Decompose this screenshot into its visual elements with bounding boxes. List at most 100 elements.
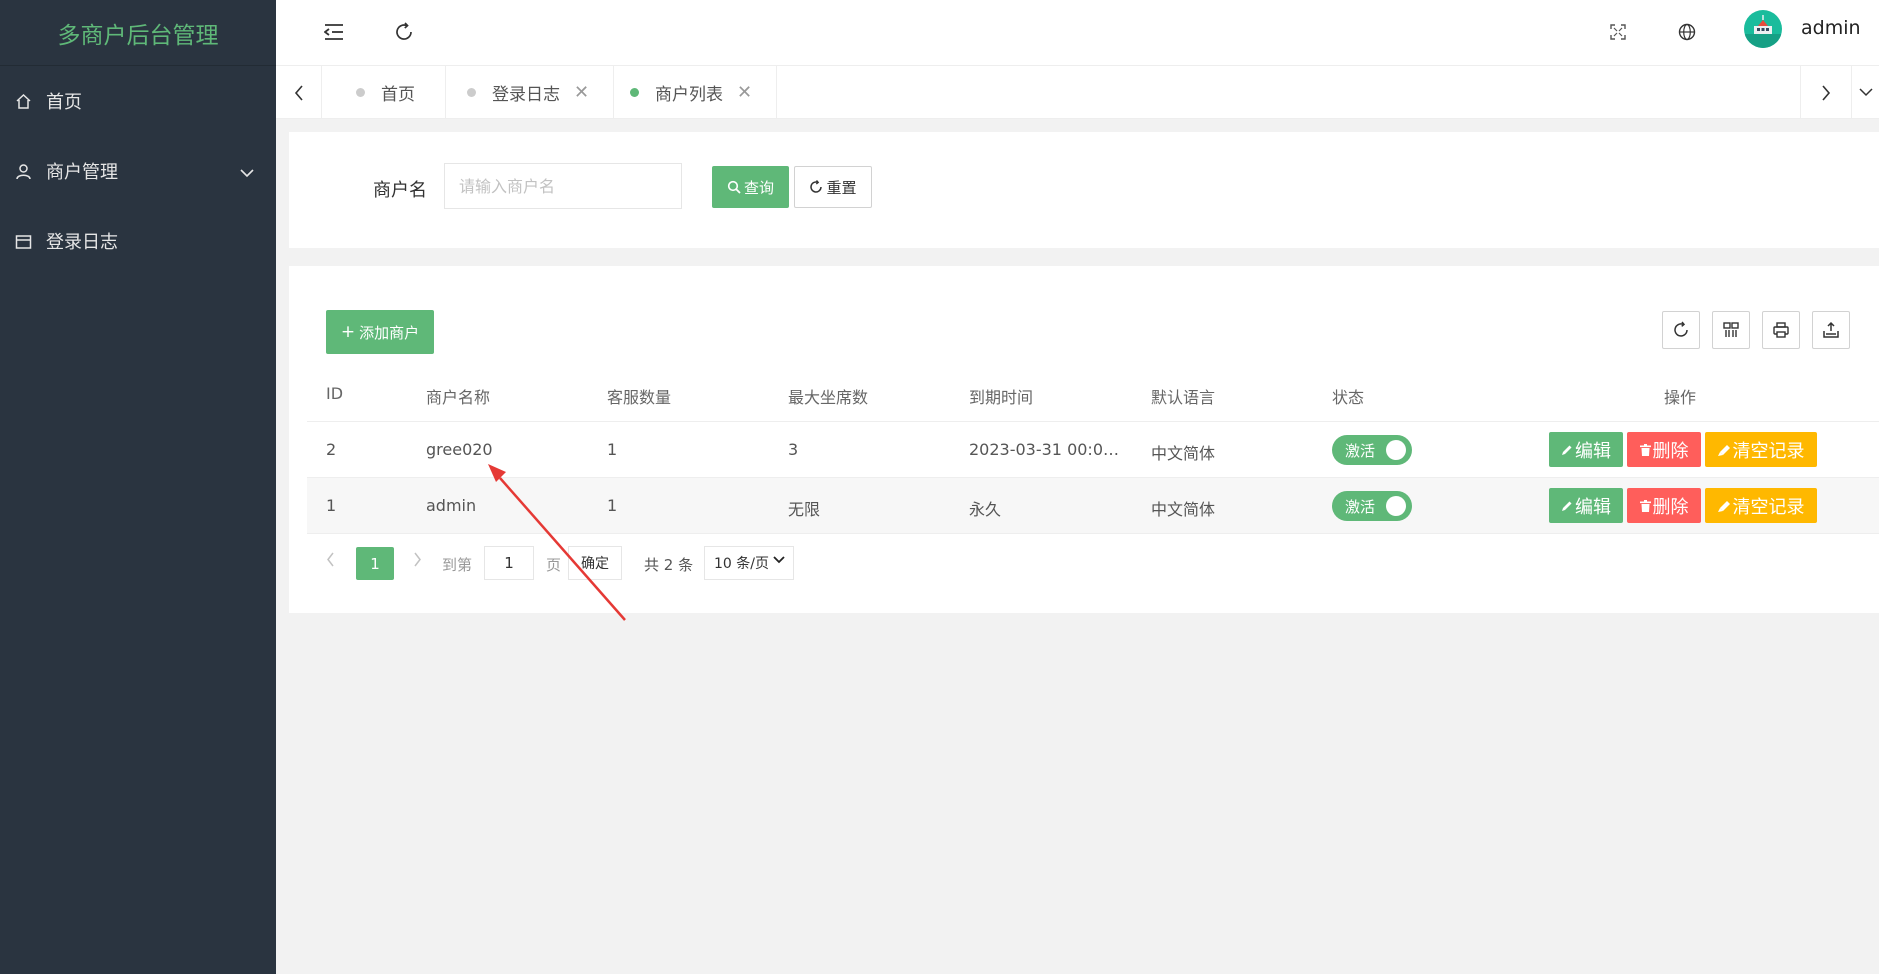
menu-fold-icon[interactable] <box>319 17 349 47</box>
tab-label: 首页 <box>381 85 415 105</box>
print-icon <box>1773 322 1789 338</box>
prev-page-button[interactable] <box>326 552 335 571</box>
toggle-knob <box>1386 440 1406 460</box>
trash-icon <box>1639 443 1651 456</box>
page-size-select[interactable]: 10 条/页 <box>704 546 794 580</box>
search-panel: 商户名 查询 重置 <box>289 132 1879 248</box>
total-count: 共 2 条 <box>644 556 694 574</box>
cell-max-seats: 3 <box>788 440 799 459</box>
avatar[interactable] <box>1744 10 1782 48</box>
merchant-name-search-input[interactable] <box>444 163 682 209</box>
sidebar-item-login-log[interactable]: 登录日志 <box>0 206 276 276</box>
delete-button-label: 删除 <box>1652 496 1689 518</box>
sidebar: 多商户后台管理 首页 商户管理 登录日志 <box>0 0 276 974</box>
query-button[interactable]: 查询 <box>712 166 789 208</box>
tab-status-dot <box>356 88 365 97</box>
column-header-expire: 到期时间 <box>969 388 1034 407</box>
sidebar-item-label: 首页 <box>46 92 82 113</box>
clear-records-label: 清空记录 <box>1732 496 1805 518</box>
refresh-icon[interactable] <box>389 17 419 47</box>
status-toggle-label: 激活 <box>1345 441 1376 460</box>
cell-max-seats: 无限 <box>788 500 821 519</box>
table-columns-button[interactable] <box>1712 311 1750 349</box>
table-refresh-button[interactable] <box>1662 311 1700 349</box>
clear-records-button[interactable]: 清空记录 <box>1705 488 1817 523</box>
add-merchant-button[interactable]: + 添加商户 <box>326 310 434 354</box>
column-header-max-seats: 最大坐席数 <box>788 388 869 407</box>
cell-id: 2 <box>326 440 337 459</box>
tab-status-dot <box>467 88 476 97</box>
table-row: 2 gree020 1 3 2023-03-31 00:0… 中文简体 激活 编… <box>307 421 1879 477</box>
cell-name: admin <box>426 496 477 515</box>
export-icon <box>1823 321 1839 338</box>
reset-button-label: 重置 <box>826 178 857 197</box>
column-header-agents: 客服数量 <box>607 388 672 407</box>
page-unit-label: 页 <box>546 556 562 574</box>
page-size-value: 10 条/页 <box>714 556 769 572</box>
user-icon <box>14 162 32 180</box>
tab-scroll-left-button[interactable] <box>276 66 322 119</box>
tab-label: 商户列表 <box>655 85 723 105</box>
column-header-id: ID <box>326 384 344 403</box>
tab-scroll-right-button[interactable] <box>1800 66 1851 119</box>
brush-icon <box>1717 500 1730 512</box>
edit-button-label: 编辑 <box>1575 496 1611 518</box>
merchant-table-panel: + 添加商户 ID 商户名称 客服数量 最大坐席数 到期时间 默认语言 状态 操… <box>289 266 1879 613</box>
table-print-button[interactable] <box>1762 311 1800 349</box>
close-icon[interactable]: ✕ <box>574 82 589 103</box>
goto-confirm-button[interactable]: 确定 <box>568 546 622 580</box>
cell-language: 中文简体 <box>1151 500 1216 519</box>
clear-records-button[interactable]: 清空记录 <box>1705 432 1817 467</box>
status-toggle[interactable]: 激活 <box>1332 435 1412 465</box>
cell-id: 1 <box>326 496 337 515</box>
add-merchant-label: 添加商户 <box>359 323 420 342</box>
tab-label: 登录日志 <box>492 85 560 105</box>
fullscreen-icon[interactable] <box>1603 17 1633 47</box>
status-toggle-label: 激活 <box>1345 497 1376 516</box>
search-icon <box>727 180 741 194</box>
search-label: 商户名 <box>373 180 427 201</box>
cell-agents: 1 <box>607 496 618 515</box>
goto-label: 到第 <box>442 556 473 574</box>
username[interactable]: admin <box>1801 17 1861 39</box>
edit-button[interactable]: 编辑 <box>1549 488 1623 523</box>
globe-icon[interactable] <box>1672 17 1702 47</box>
goto-page-input[interactable] <box>484 546 534 580</box>
brand-title: 多商户后台管理 <box>0 0 276 66</box>
close-icon[interactable]: ✕ <box>737 82 752 103</box>
table-row: 1 admin 1 无限 永久 中文简体 激活 编辑 删除 清空记录 <box>307 477 1879 533</box>
brush-icon <box>1717 444 1730 456</box>
column-header-actions: 操作 <box>1664 388 1697 407</box>
pencil-icon <box>1562 445 1572 455</box>
sidebar-item-merchant-management[interactable]: 商户管理 <box>0 136 276 206</box>
tab-bar: 首页 登录日志 ✕ 商户列表 ✕ <box>276 66 1879 119</box>
sidebar-item-label: 登录日志 <box>46 232 118 253</box>
tab-menu-dropdown-button[interactable] <box>1851 66 1879 119</box>
column-header-language: 默认语言 <box>1151 388 1216 407</box>
next-page-button[interactable] <box>413 552 422 571</box>
status-toggle[interactable]: 激活 <box>1332 491 1412 521</box>
tab-merchant-list[interactable]: 商户列表 ✕ <box>610 66 778 119</box>
table-export-button[interactable] <box>1812 311 1850 349</box>
delete-button-label: 删除 <box>1652 440 1689 462</box>
edit-button-label: 编辑 <box>1575 440 1611 462</box>
cell-expire: 2023-03-31 00:0… <box>969 440 1119 459</box>
cell-agents: 1 <box>607 440 618 459</box>
chevron-down-icon <box>240 162 254 183</box>
delete-button[interactable]: 删除 <box>1627 488 1701 523</box>
top-header: admin <box>276 0 1879 66</box>
sidebar-item-home[interactable]: 首页 <box>0 66 276 136</box>
page-button-current[interactable]: 1 <box>356 547 394 580</box>
refresh-icon <box>810 180 823 193</box>
sidebar-item-label: 商户管理 <box>46 162 118 183</box>
delete-button[interactable]: 删除 <box>1627 432 1701 467</box>
tab-home[interactable]: 首页 <box>322 66 446 119</box>
reset-button[interactable]: 重置 <box>794 166 872 208</box>
clear-records-label: 清空记录 <box>1732 440 1805 462</box>
chevron-down-icon <box>773 556 785 564</box>
edit-button[interactable]: 编辑 <box>1549 432 1623 467</box>
trash-icon <box>1639 499 1651 512</box>
query-button-label: 查询 <box>743 178 774 197</box>
column-header-name: 商户名称 <box>426 388 491 407</box>
tab-login-log[interactable]: 登录日志 ✕ <box>447 66 615 119</box>
